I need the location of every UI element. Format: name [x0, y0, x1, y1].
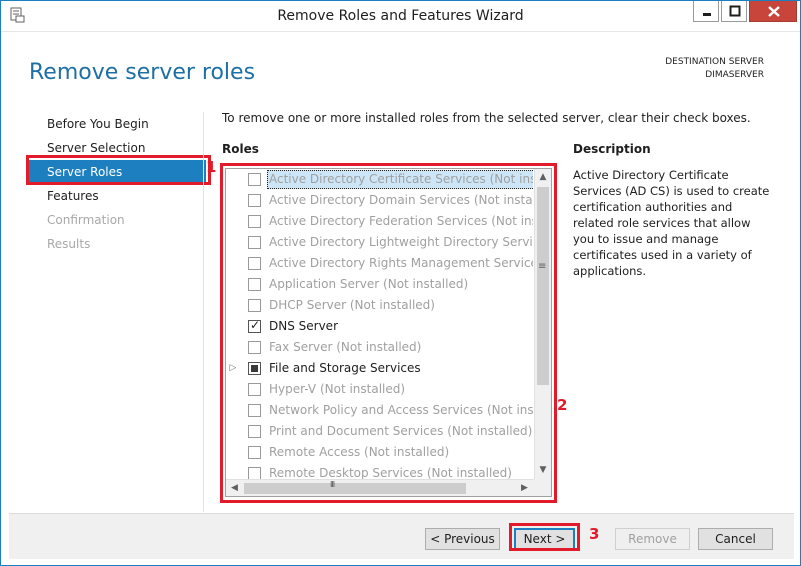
remove-button: Remove: [615, 528, 690, 550]
nav-item-confirmation: Confirmation: [47, 213, 125, 227]
roles-heading: Roles: [222, 142, 259, 156]
destination-server-name: DIMASERVER: [705, 70, 764, 80]
nav-item-before-you-begin[interactable]: Before You Begin: [26, 112, 206, 136]
nav-item-results: Results: [47, 237, 91, 251]
previous-button[interactable]: < Previous: [425, 528, 500, 550]
description-heading: Description: [573, 142, 651, 156]
description-text: Active Directory Certificate Services (A…: [573, 168, 770, 278]
annotation-marker-2: 2: [557, 396, 568, 414]
annotation-box-roles-list: [220, 163, 557, 503]
window-title: Remove Roles and Features Wizard: [277, 8, 524, 24]
close-button[interactable]: [749, 1, 797, 22]
wizard-footer: < Previous Next > Remove Cancel: [9, 514, 794, 559]
close-icon: [768, 6, 780, 17]
minimize-button[interactable]: [693, 1, 719, 22]
annotation-box-server-roles: [26, 155, 211, 185]
maximize-button[interactable]: [721, 1, 747, 22]
nav-item-features[interactable]: Features: [26, 184, 206, 208]
destination-server-label: DESTINATION SERVER: [665, 57, 764, 67]
destination-server: DESTINATION SERVER DIMASERVER: [665, 56, 764, 82]
title-bar[interactable]: Remove Roles and Features Wizard: [1, 1, 800, 32]
wizard-window: Remove Roles and Features Wizard Remove …: [0, 0, 801, 566]
page-title: Remove server roles: [29, 60, 256, 85]
annotation-marker-1: 1: [206, 158, 217, 176]
minimize-icon: [703, 13, 711, 16]
annotation-box-next: [509, 523, 580, 551]
cancel-button[interactable]: Cancel: [698, 528, 773, 550]
instruction-text: To remove one or more installed roles fr…: [222, 111, 751, 125]
nav-divider: [203, 112, 204, 512]
maximize-icon: [729, 5, 741, 17]
annotation-marker-3: 3: [589, 525, 600, 543]
wizard-content: Remove server roles DESTINATION SERVER D…: [9, 34, 794, 559]
